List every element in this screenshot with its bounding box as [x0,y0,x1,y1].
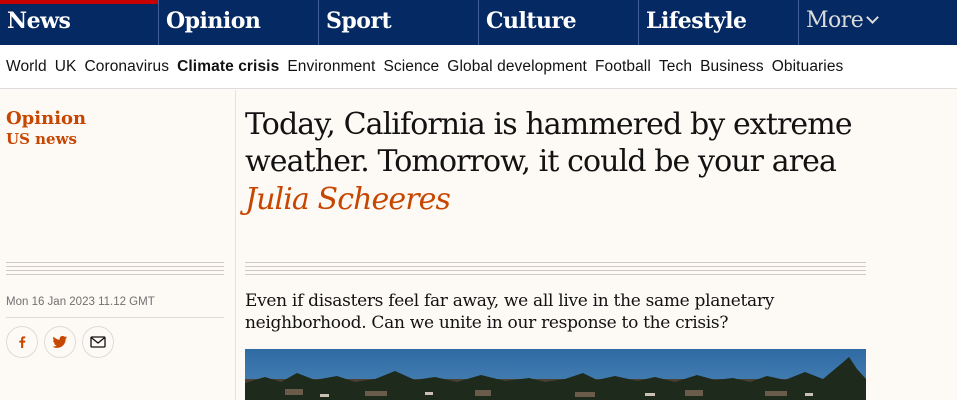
pillar-opinion-label: Opinion [166,8,261,34]
subnav-item-climate-crisis[interactable]: Climate crisis [177,58,279,76]
headline-divider-rules [245,262,866,275]
email-icon [90,336,106,348]
article-headline: Today, California is hammered by extreme… [245,107,853,179]
subnav-item-football[interactable]: Football [595,58,651,76]
sub-nav: World UK Coronavirus Climate crisis Envi… [0,45,957,89]
pillar-sport[interactable]: Sport [318,0,478,45]
author-byline[interactable]: Julia Scheeres [245,181,451,218]
more-menu-text: More [806,8,880,33]
pillar-culture[interactable]: Culture [478,0,638,45]
pillar-opinion[interactable]: Opinion [158,0,318,45]
series-label[interactable]: US news [6,129,86,150]
share-facebook-button[interactable] [6,326,38,358]
article-dateline: Mon 16 Jan 2023 11.12 GMT [6,296,155,308]
subnav-item-obituaries[interactable]: Obituaries [772,58,844,76]
pillar-news-label: News [7,8,71,34]
share-email-button[interactable] [82,326,114,358]
pillar-lifestyle[interactable]: Lifestyle [638,0,798,45]
subnav-item-uk[interactable]: UK [55,58,77,76]
pillar-news[interactable]: News [0,0,158,45]
section-kicker: Opinion US news [6,108,86,150]
more-menu-label: More [806,8,864,33]
article-standfirst: Even if disasters feel far away, we all … [245,291,775,333]
pillar-lifestyle-label: Lifestyle [646,8,747,34]
share-twitter-button[interactable] [44,326,76,358]
pillar-sport-label: Sport [326,8,392,34]
hero-image-landscape [245,349,866,400]
pillar-news-indicator [0,0,158,4]
subnav-item-environment[interactable]: Environment [287,58,375,76]
pillar-culture-label: Culture [486,8,577,34]
subnav-item-science[interactable]: Science [383,58,439,76]
section-label[interactable]: Opinion [6,108,86,129]
article-meta-column: Opinion US news Mon 16 Jan 2023 11.12 GM… [0,90,236,400]
pillar-nav: News Opinion Sport Culture Lifestyle Mor… [0,0,957,45]
subnav-item-tech[interactable]: Tech [659,58,692,76]
subnav-item-coronavirus[interactable]: Coronavirus [84,58,169,76]
subnav-item-business[interactable]: Business [700,58,764,76]
facebook-icon [19,336,26,348]
subnav-item-global-development[interactable]: Global development [447,58,587,76]
meta-separator [6,317,224,318]
hero-image [245,349,866,400]
divider-rules [6,262,224,275]
subnav-item-world[interactable]: World [6,58,47,76]
chevron-down-icon [866,11,880,24]
more-menu-button[interactable]: More [798,0,957,45]
twitter-icon [52,336,67,348]
sub-nav-list: World UK Coronavirus Climate crisis Envi… [0,45,957,89]
